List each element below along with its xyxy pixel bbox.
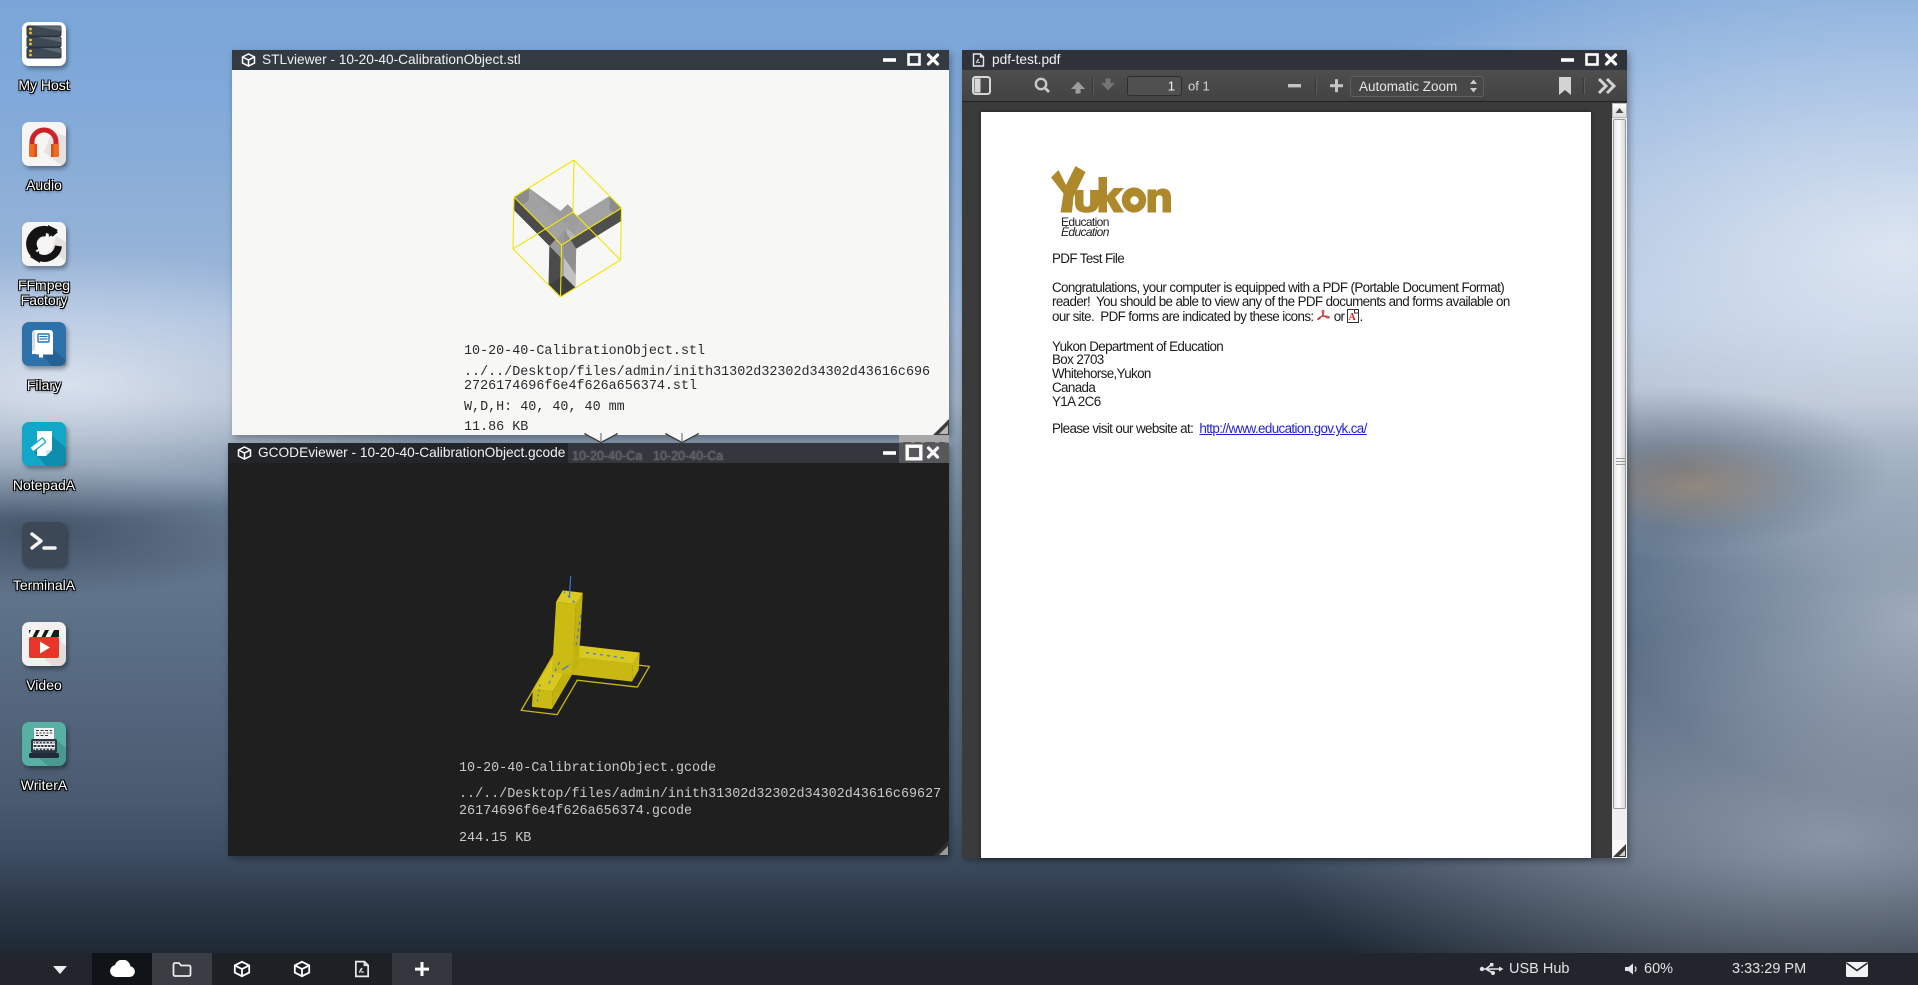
svg-text:1: 1 — [1168, 79, 1175, 94]
svg-text:Automatic Zoom: Automatic Zoom — [1359, 79, 1457, 94]
svg-text:of 1: of 1 — [1188, 79, 1210, 94]
